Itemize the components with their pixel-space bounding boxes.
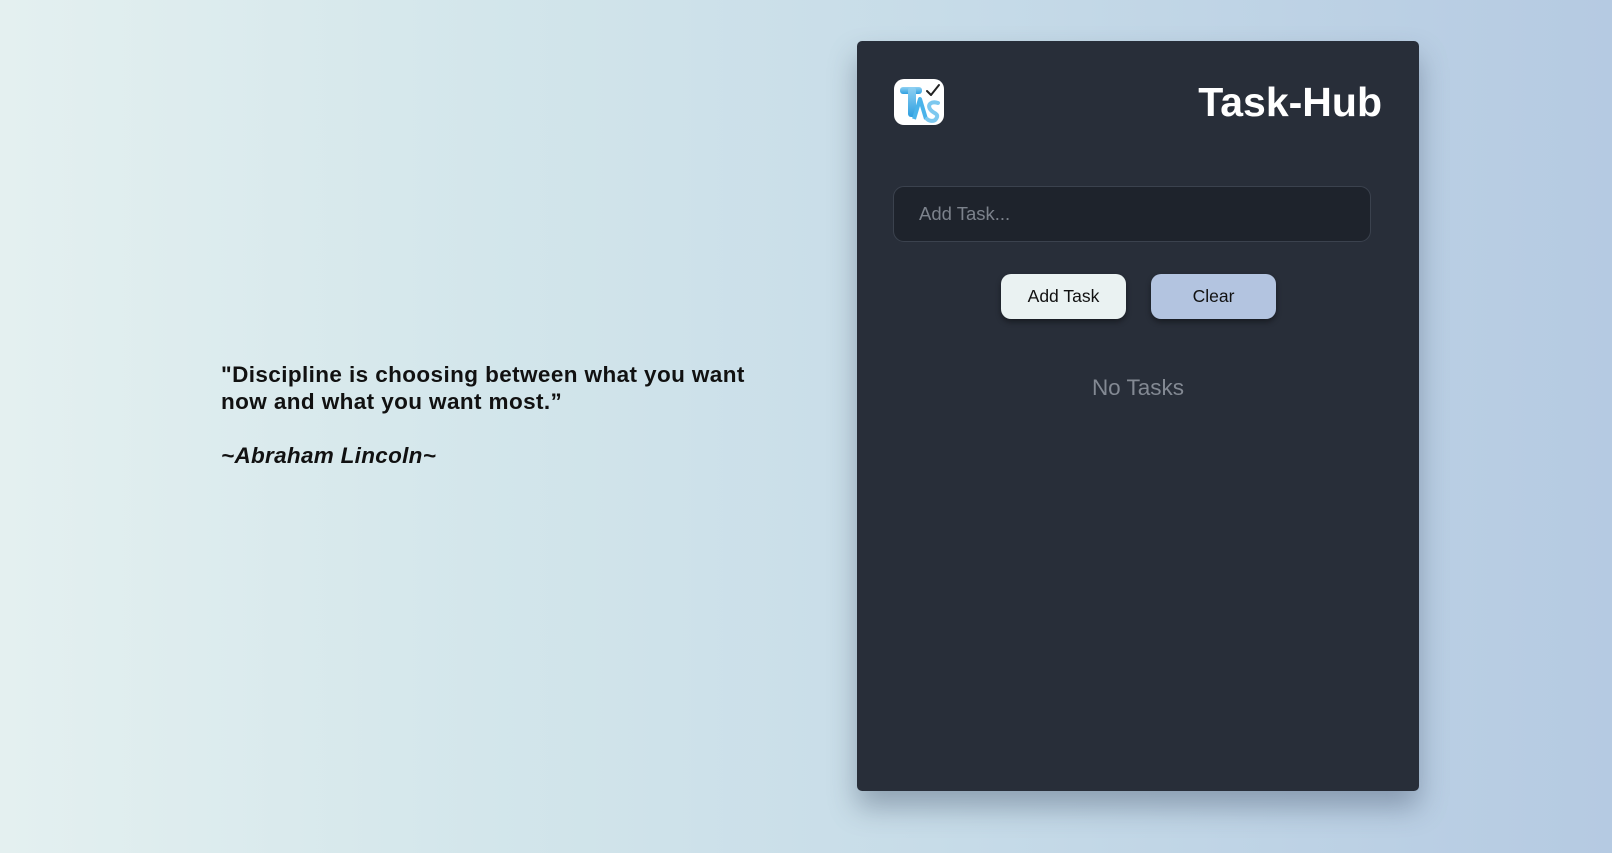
empty-task-message: No Tasks	[1091, 375, 1185, 400]
quote-author: ~Abraham Lincoln~	[221, 443, 437, 468]
task-hub-logo-icon	[894, 79, 944, 125]
add-task-button[interactable]: Add Task	[1001, 274, 1126, 319]
task-panel: Task-Hub Add Task Clear No Tasks	[857, 41, 1419, 791]
add-task-input[interactable]	[893, 186, 1371, 242]
app-title: Task-Hub	[1198, 79, 1382, 125]
quote-text: "Discipline is choosing between what you…	[221, 362, 745, 414]
clear-button[interactable]: Clear	[1151, 274, 1276, 319]
quote-block: "Discipline is choosing between what you…	[221, 361, 781, 469]
